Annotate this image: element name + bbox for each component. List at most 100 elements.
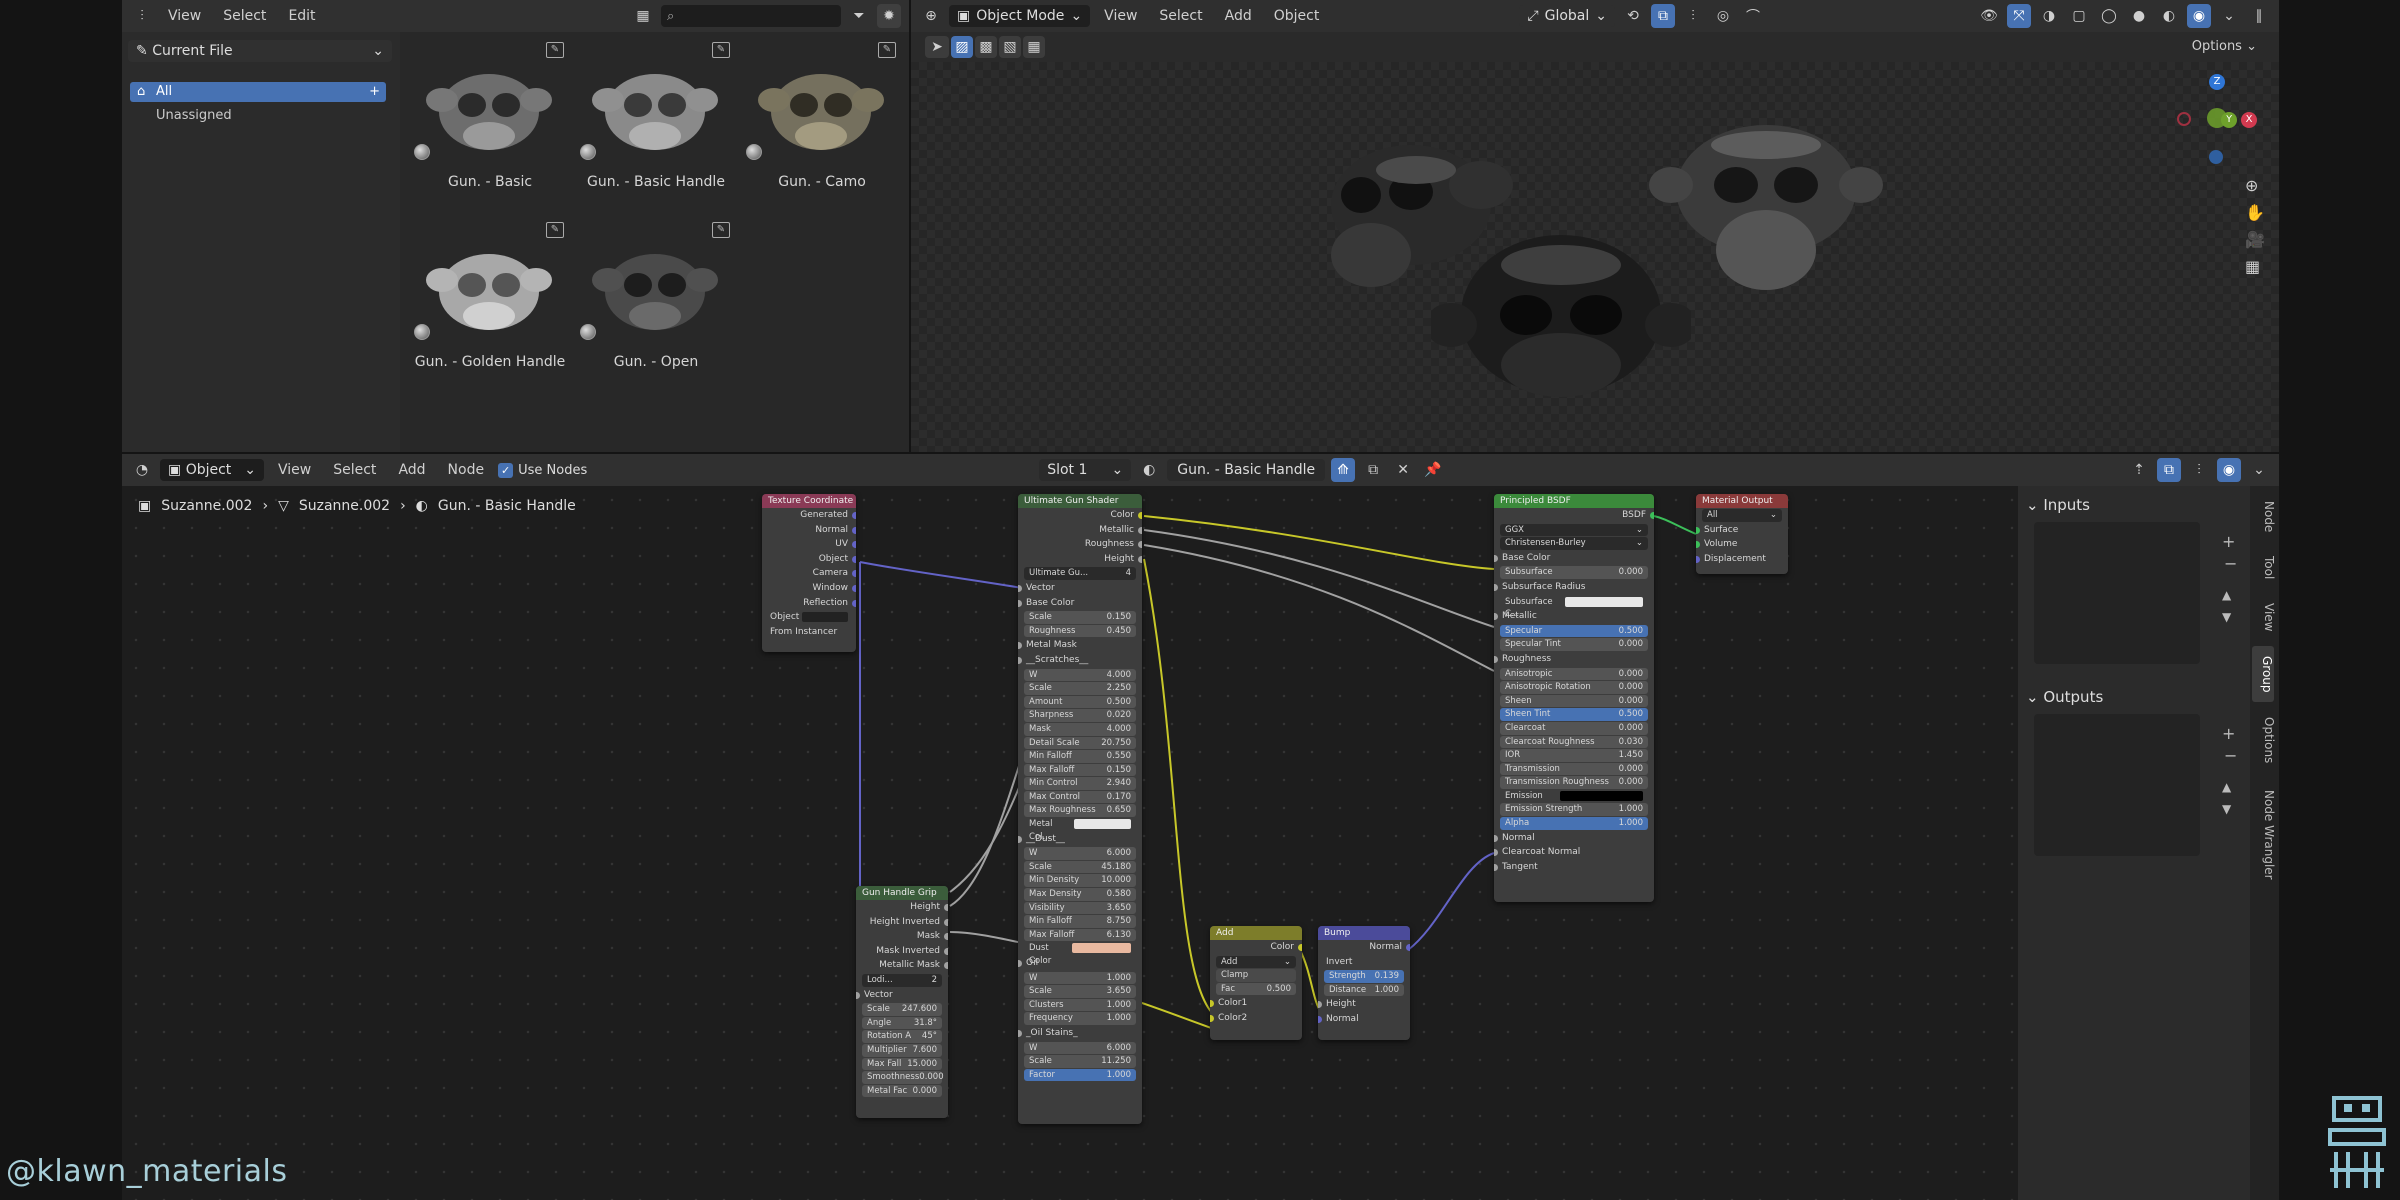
node-value-field[interactable]: Clearcoat 0.000 [1500, 721, 1648, 735]
socket-mask-inverted[interactable]: Mask Inverted [856, 944, 948, 959]
overlay-options-icon[interactable]: ⌄ [2247, 458, 2271, 482]
node-input-socket[interactable]: __Scratches__ [1018, 653, 1142, 668]
asset-menu-select[interactable]: Select [215, 5, 274, 27]
node-header[interactable]: Add [1210, 926, 1302, 940]
node-input-socket[interactable]: Subsurface Radius [1494, 580, 1654, 595]
camera-icon[interactable]: 🎥 [2245, 230, 2265, 249]
options-button[interactable]: Options ⌄ [2184, 36, 2265, 57]
node-input-socket[interactable]: Roughness [1494, 652, 1654, 667]
socket-dot[interactable] [1018, 584, 1022, 592]
3d-viewport[interactable]: ⊕ ▣ Object Mode ⌄ View Select Add Object ⤢… [911, 0, 2279, 452]
node-value-field[interactable]: Angle 31.8° [862, 1016, 942, 1030]
socket-displacement[interactable]: Displacement [1696, 552, 1788, 567]
from-instancer-checkbox[interactable]: From Instancer [762, 625, 856, 640]
socket-roughness-out[interactable]: Roughness [1018, 537, 1142, 552]
viewport-menu-object[interactable]: Object [1266, 5, 1328, 27]
grid-view-icon[interactable]: ▦ [2245, 257, 2265, 276]
socket-dot[interactable] [1494, 863, 1498, 871]
socket-metallic-mask[interactable]: Metallic Mask [856, 958, 948, 973]
socket-dot[interactable] [1494, 583, 1498, 591]
color-swatch[interactable] [1073, 819, 1131, 830]
node-group-selector[interactable]: Lodi... 2 [862, 973, 942, 987]
node-value-field[interactable]: Max Fall 15.000 [862, 1057, 942, 1071]
blend-mode-dropdown[interactable]: Add ⌄ [1216, 955, 1296, 969]
socket-dot[interactable] [1018, 599, 1022, 607]
node-value-field[interactable]: Transmission 0.000 [1500, 762, 1648, 776]
node-color-input[interactable]: Metal Col... [1024, 818, 1136, 842]
socket-normal[interactable]: Normal [762, 523, 856, 538]
clamp-checkbox[interactable]: Clamp [1216, 969, 1296, 982]
socket-dot[interactable] [1494, 834, 1498, 842]
pivot-icon[interactable]: ⟲ [1621, 4, 1645, 28]
socket-dot[interactable] [1494, 849, 1498, 857]
navigation-gizmo[interactable]: Z X Y [2173, 70, 2263, 170]
node-input-socket[interactable]: Tangent [1494, 860, 1654, 875]
snap-mode-icon[interactable]: ⫶ [2187, 458, 2211, 482]
socket-color1[interactable]: Color1 [1210, 996, 1302, 1011]
viewport-menu-view[interactable]: View [1096, 5, 1145, 27]
tab-group[interactable]: Group [2252, 646, 2274, 702]
socket-window[interactable]: Window [762, 581, 856, 596]
outputs-list[interactable] [2034, 714, 2200, 856]
node-value-field[interactable]: Detail Scale 20.750 [1024, 736, 1136, 750]
socket-dot[interactable] [1018, 835, 1022, 843]
node-value-field[interactable]: Min Density 10.000 [1024, 874, 1136, 888]
color-swatch[interactable] [1560, 790, 1643, 801]
add-output-icon[interactable]: + [2222, 724, 2235, 743]
asset-menu-view[interactable]: View [160, 5, 209, 27]
node-value-field[interactable]: IOR 1.450 [1500, 749, 1648, 762]
catalog-item-all[interactable]: ⌂ All + [130, 82, 386, 102]
distribution-dropdown[interactable]: GGX ⌄ [1500, 523, 1648, 537]
gear-icon[interactable]: ✹ [877, 4, 901, 28]
socket-mask[interactable]: Mask [856, 929, 948, 944]
node-value-field[interactable]: Sheen Tint 0.500 [1500, 708, 1648, 721]
tab-view[interactable]: View [2254, 594, 2276, 640]
node-color-input[interactable]: Emission [1500, 790, 1648, 803]
node-header[interactable]: Material Output [1696, 494, 1788, 508]
socket-height-out[interactable]: Height [1018, 552, 1142, 567]
node-value-field[interactable]: Amount 0.500 [1024, 695, 1136, 709]
library-dropdown[interactable]: ✎ Current File ⌄ [128, 40, 392, 62]
socket-volume[interactable]: Volume [1696, 537, 1788, 552]
filter-icon[interactable]: ⏷ [847, 4, 871, 28]
add-catalog-icon[interactable]: + [369, 82, 380, 102]
parent-node-tree-icon[interactable]: ⇡ [2127, 458, 2151, 482]
socket-uv[interactable]: UV [762, 537, 856, 552]
node-input-socket[interactable]: Clearcoat Normal [1494, 845, 1654, 860]
node-value-field[interactable]: Multiplier 7.600 [862, 1043, 942, 1057]
tab-options[interactable]: Options [2254, 708, 2276, 772]
node-value-field[interactable]: Clusters 1.000 [1024, 998, 1136, 1012]
node-value-field[interactable]: Sheen 0.000 [1500, 694, 1648, 708]
node-header[interactable]: Bump [1318, 926, 1410, 940]
socket-height[interactable]: Height [856, 900, 948, 915]
overlay-icon[interactable]: ◉ [2217, 458, 2241, 482]
node-value-field[interactable]: Scale 3.650 [1024, 985, 1136, 998]
socket-dot[interactable] [1018, 960, 1022, 967]
object-field[interactable]: Object [762, 610, 856, 625]
socket-normal-in[interactable]: Normal [1318, 1012, 1410, 1027]
select-box-icon[interactable]: ▨ [951, 36, 973, 58]
socket-object[interactable]: Object [762, 552, 856, 567]
node-value-field[interactable]: Metal Fac 0.000 [862, 1084, 942, 1098]
node-value-field[interactable]: Factor 1.000 [1024, 1068, 1136, 1082]
move-down-icon[interactable]: ▼ [2222, 610, 2231, 624]
viewport-menu-add[interactable]: Add [1217, 5, 1260, 27]
node-value-field[interactable]: Clearcoat Roughness 0.030 [1500, 735, 1648, 749]
node-input-socket[interactable]: _Oil Stains_ [1018, 1026, 1142, 1041]
node-value-field[interactable]: Visibility 3.650 [1024, 901, 1136, 915]
asset-tile[interactable]: ✎ Gun. - Open [576, 220, 736, 385]
edit-icon[interactable]: ✎ [546, 42, 564, 58]
socket-dot[interactable] [1494, 554, 1498, 562]
editor-type-icon[interactable]: ⫶ [130, 4, 154, 28]
edit-icon[interactable]: ✎ [712, 42, 730, 58]
move-up-icon[interactable]: ▲ [2222, 780, 2231, 794]
remove-input-icon[interactable]: − [2224, 554, 2237, 573]
strength-field[interactable]: Strength 0.139 [1324, 970, 1404, 983]
subsurface-method-dropdown[interactable]: Christensen-Burley ⌄ [1500, 537, 1648, 550]
node-header[interactable]: Ultimate Gun Shader [1018, 494, 1142, 508]
asset-search-input[interactable]: ⌕ [661, 5, 841, 27]
node-value-field[interactable]: Anisotropic 0.000 [1500, 667, 1648, 681]
node-value-field[interactable]: W 6.000 [1024, 1041, 1136, 1055]
node-value-field[interactable]: Min Falloff 8.750 [1024, 915, 1136, 928]
node-value-field[interactable]: Mask 4.000 [1024, 722, 1136, 736]
